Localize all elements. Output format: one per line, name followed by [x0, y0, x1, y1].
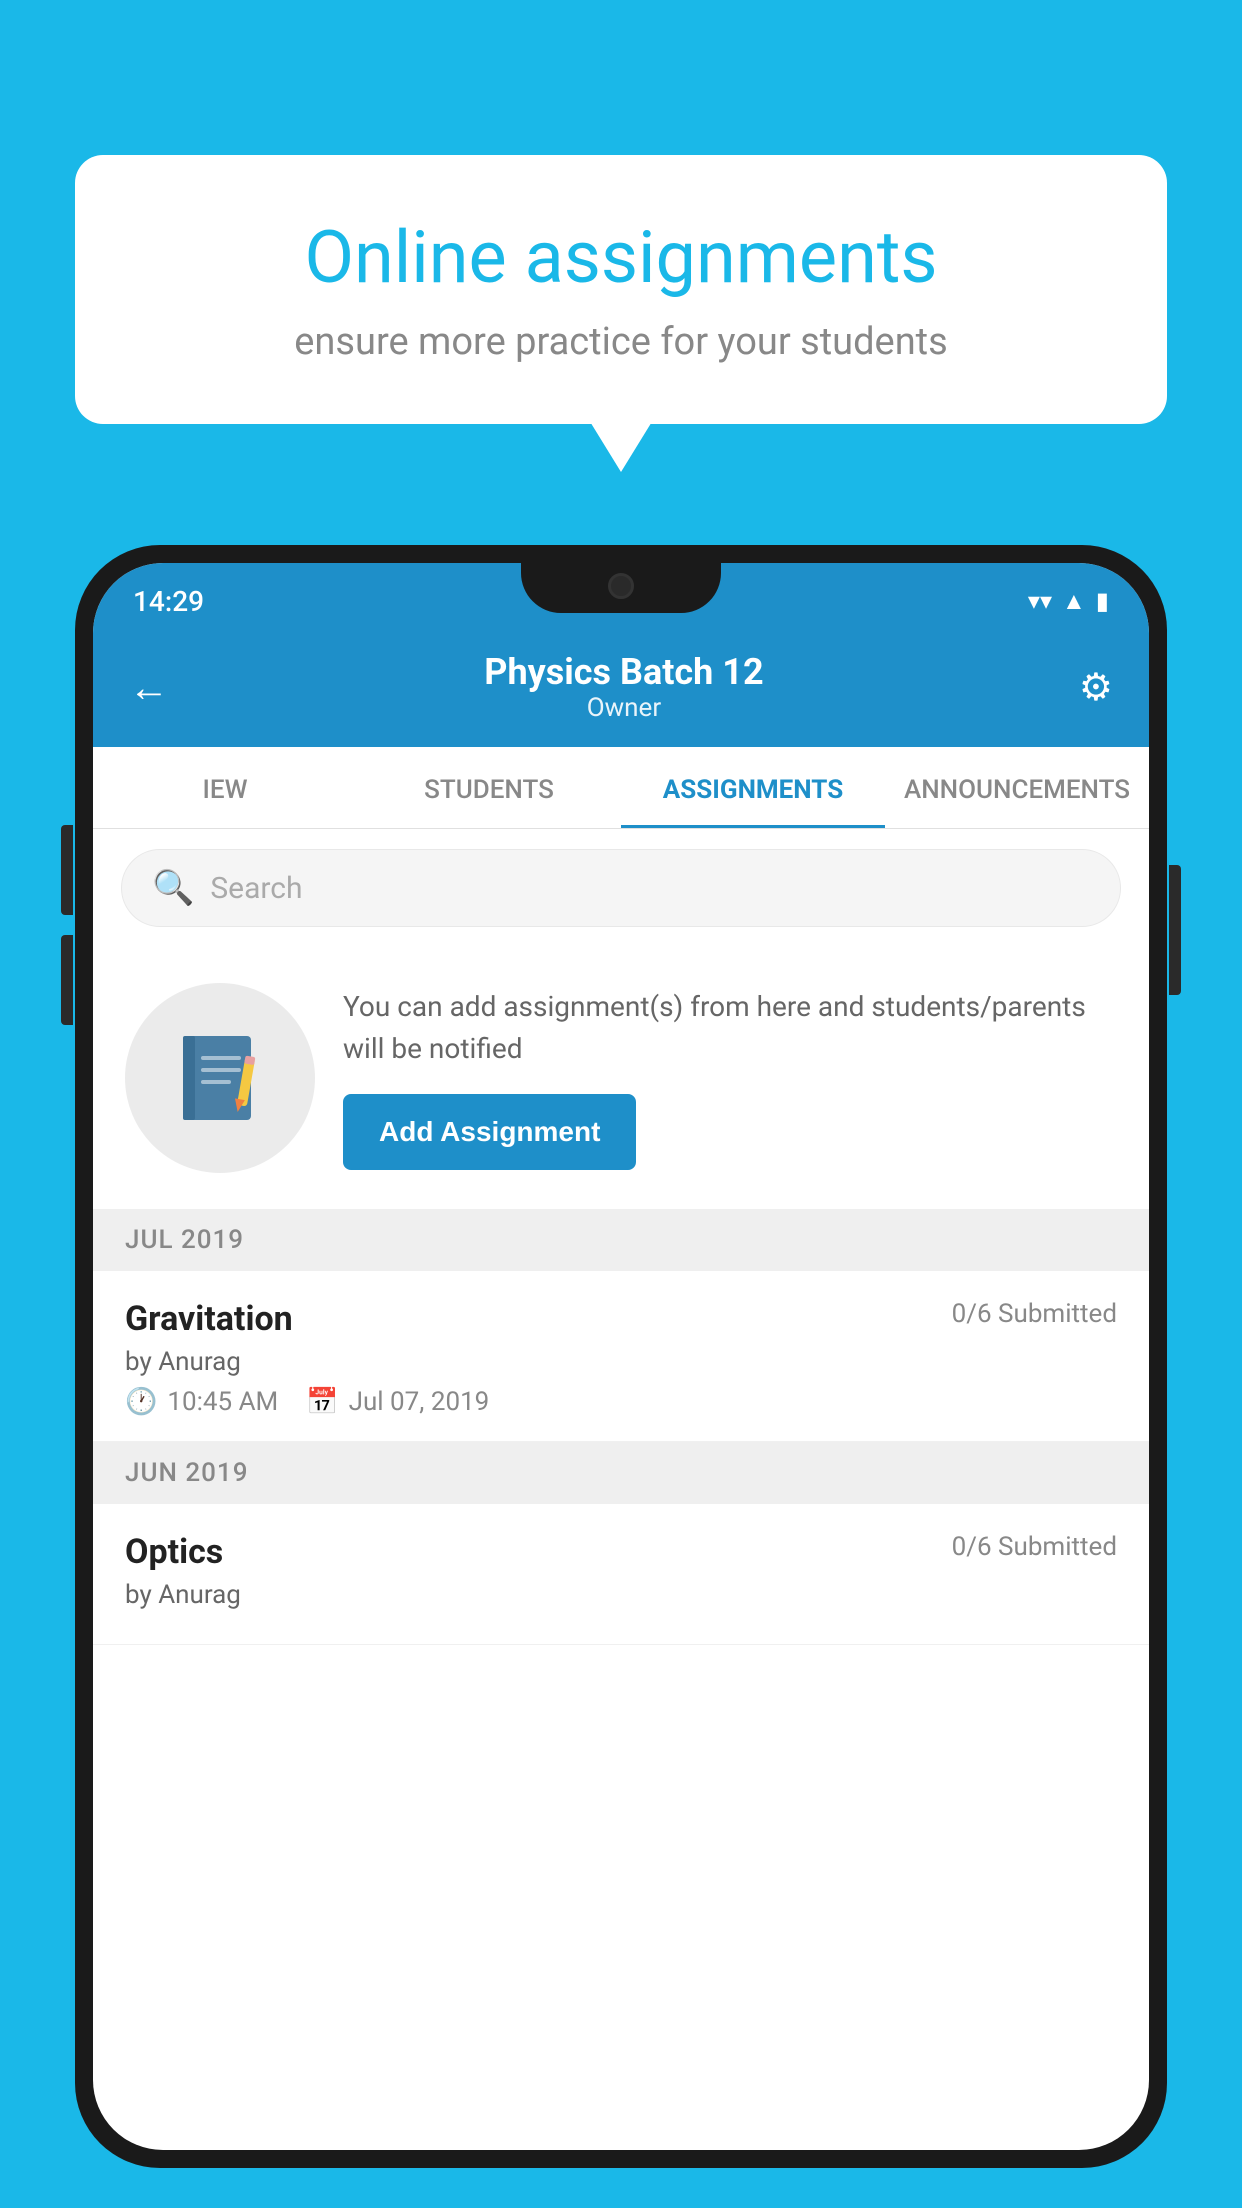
settings-icon[interactable]: ⚙: [1079, 665, 1113, 710]
header-title: Physics Batch 12: [484, 651, 763, 693]
volume-up-button[interactable]: [61, 825, 73, 915]
assignment-submitted-optics: 0/6 Submitted: [952, 1532, 1117, 1562]
speech-bubble-container: Online assignments ensure more practice …: [75, 155, 1167, 424]
wifi-icon: ▾▾: [1028, 587, 1052, 615]
add-assignment-section: You can add assignment(s) from here and …: [93, 947, 1149, 1209]
search-icon: 🔍: [152, 868, 194, 908]
assignment-info: You can add assignment(s) from here and …: [343, 986, 1117, 1170]
tab-assignments[interactable]: ASSIGNMENTS: [621, 747, 885, 828]
assignment-date-value: Jul 07, 2019: [349, 1387, 490, 1417]
phone-outer: 14:29 ▾▾ ▲ ▮ ← Physics Batch 12 Owner ⚙ …: [75, 545, 1167, 2168]
section-header-jul: JUL 2019: [93, 1209, 1149, 1271]
header-title-block: Physics Batch 12 Owner: [484, 651, 763, 723]
tab-iew[interactable]: IEW: [93, 747, 357, 828]
assignment-time: 🕐 10:45 AM: [125, 1387, 278, 1417]
tab-students[interactable]: STUDENTS: [357, 747, 621, 828]
assignment-row-top-optics: Optics 0/6 Submitted: [125, 1532, 1117, 1572]
assignment-by: by Anurag: [125, 1347, 1117, 1377]
battery-icon: ▮: [1096, 587, 1109, 615]
assignment-item-gravitation[interactable]: Gravitation 0/6 Submitted by Anurag 🕐 10…: [93, 1271, 1149, 1442]
assignment-submitted: 0/6 Submitted: [952, 1299, 1117, 1329]
front-camera: [608, 573, 634, 599]
app-header: ← Physics Batch 12 Owner ⚙: [93, 631, 1149, 747]
add-assignment-button[interactable]: Add Assignment: [343, 1094, 636, 1170]
header-subtitle: Owner: [484, 693, 763, 723]
speech-bubble: Online assignments ensure more practice …: [75, 155, 1167, 424]
search-bar[interactable]: 🔍 Search: [121, 849, 1121, 927]
speech-bubble-subtitle: ensure more practice for your students: [145, 320, 1097, 364]
section-header-jun: JUN 2019: [93, 1442, 1149, 1504]
search-placeholder: Search: [210, 871, 302, 906]
assignment-item-optics[interactable]: Optics 0/6 Submitted by Anurag: [93, 1504, 1149, 1645]
clock-icon: 🕐: [125, 1387, 157, 1417]
assignment-icon-circle: [125, 983, 315, 1173]
assignment-name-optics: Optics: [125, 1532, 223, 1572]
status-time: 14:29: [133, 585, 204, 618]
volume-down-button[interactable]: [61, 935, 73, 1025]
assignment-meta: 🕐 10:45 AM 📅 Jul 07, 2019: [125, 1387, 1117, 1417]
assignment-row-top: Gravitation 0/6 Submitted: [125, 1299, 1117, 1339]
power-button[interactable]: [1169, 865, 1181, 995]
assignment-time-value: 10:45 AM: [167, 1387, 278, 1417]
assignment-by-optics: by Anurag: [125, 1580, 1117, 1610]
notebook-icon: [173, 1028, 268, 1128]
tab-announcements[interactable]: ANNOUNCEMENTS: [885, 747, 1149, 828]
assignment-info-text: You can add assignment(s) from here and …: [343, 986, 1117, 1070]
phone-screen: 14:29 ▾▾ ▲ ▮ ← Physics Batch 12 Owner ⚙ …: [93, 563, 1149, 2150]
assignment-date: 📅 Jul 07, 2019: [306, 1387, 489, 1417]
phone-notch: [521, 563, 721, 613]
signal-icon: ▲: [1062, 587, 1086, 616]
search-container: 🔍 Search: [93, 829, 1149, 947]
assignment-name: Gravitation: [125, 1299, 293, 1339]
phone-wrapper: 14:29 ▾▾ ▲ ▮ ← Physics Batch 12 Owner ⚙ …: [75, 545, 1167, 2168]
tabs-bar: IEW STUDENTS ASSIGNMENTS ANNOUNCEMENTS: [93, 747, 1149, 829]
back-button[interactable]: ←: [129, 664, 169, 711]
calendar-icon: 📅: [306, 1387, 338, 1417]
status-icons: ▾▾ ▲ ▮: [1028, 587, 1109, 616]
speech-bubble-title: Online assignments: [145, 215, 1097, 300]
